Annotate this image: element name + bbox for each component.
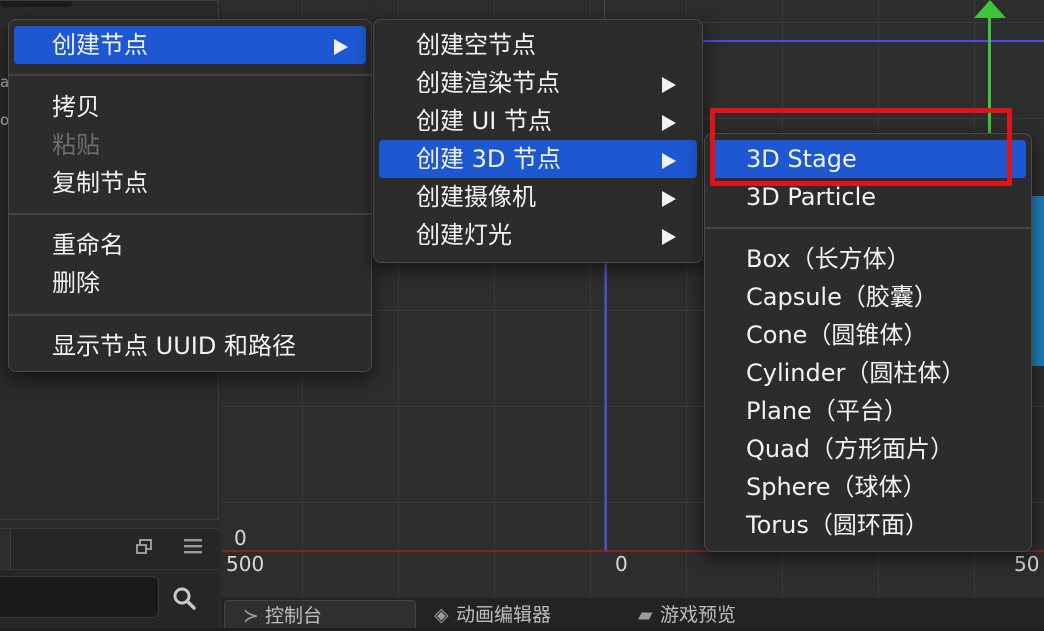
menu-item-label: 复制节点 [52, 169, 148, 197]
popout-icon[interactable] [134, 538, 154, 558]
menu-item-cone[interactable]: Cone（圆锥体） [710, 316, 1026, 354]
tab-animation[interactable]: ◈ 动画编辑器 [434, 600, 551, 628]
menu-divider [9, 314, 371, 316]
submenu-arrow-icon [662, 191, 676, 207]
menu-item-label: 重命名 [52, 231, 124, 259]
menu-item-create-empty[interactable]: 创建空节点 [379, 26, 697, 64]
menu-divider [9, 74, 371, 76]
console-icon: ≻ [243, 605, 259, 627]
menu-item-create-render[interactable]: 创建渲染节点 [379, 64, 697, 102]
ruler-label: 0 [234, 526, 247, 550]
menu-item-sphere[interactable]: Sphere（球体） [710, 468, 1026, 506]
search-input[interactable] [0, 576, 159, 618]
menu-item-label: 创建节点 [52, 31, 148, 59]
search-row [0, 570, 218, 628]
menu-item-label: 删除 [52, 269, 100, 297]
menu-item-label: 创建 3D 节点 [416, 145, 562, 173]
menu-item-label: 创建空节点 [416, 31, 536, 59]
bottom-tab-bar: ≻ 控制台 ◈ 动画编辑器 ▰ 游戏预览 [222, 598, 1044, 628]
camera-icon: ▰ [638, 604, 653, 626]
clipped-node-label: al [0, 73, 8, 91]
menu-item-label: Quad（方形面片） [746, 435, 955, 463]
menu-item-box[interactable]: Box（长方体） [710, 240, 1026, 278]
menu-item-label: Cylinder（圆柱体） [746, 359, 966, 387]
menu-item-create-3d[interactable]: 创建 3D 节点 [379, 140, 697, 178]
menu-item-create-camera[interactable]: 创建摄像机 [379, 178, 697, 216]
menu-item-label: Capsule（胶囊） [746, 283, 938, 311]
menu-item-quad[interactable]: Quad（方形面片） [710, 430, 1026, 468]
submenu-arrow-icon [662, 77, 676, 93]
tab-label: 游戏预览 [660, 604, 737, 626]
menu-item-cylinder[interactable]: Cylinder（圆柱体） [710, 354, 1026, 392]
scene-object-edge [1030, 196, 1044, 366]
panel-footer [0, 528, 218, 570]
menu-item-label: 创建灯光 [416, 221, 512, 249]
menu-item-duplicate[interactable]: 复制节点 [14, 164, 366, 202]
menu-item-label: 创建摄像机 [416, 183, 536, 211]
submenu-arrow-icon [662, 229, 676, 245]
ruler-label: 500 [226, 552, 265, 576]
menu-item-capsule[interactable]: Capsule（胶囊） [710, 278, 1026, 316]
menu-item-torus[interactable]: Torus（圆环面） [710, 506, 1026, 544]
menu-divider [705, 227, 1031, 229]
tab-label: 控制台 [265, 605, 323, 627]
menu-icon[interactable] [183, 538, 203, 558]
menu-item-label: 创建渲染节点 [416, 69, 560, 97]
context-menu: 创建节点 拷贝 粘贴 复制节点 重命名 删除 显示节点 UUID 和路径 [8, 19, 372, 372]
menu-item-copy[interactable]: 拷贝 [14, 88, 366, 126]
menu-item-label: Torus（圆环面） [746, 511, 929, 539]
menu-divider [9, 213, 371, 215]
menu-item-show-uuid[interactable]: 显示节点 UUID 和路径 [14, 327, 366, 365]
menu-item-delete[interactable]: 删除 [14, 264, 366, 302]
ruler-label: 50 [1014, 552, 1040, 576]
menu-item-label: 显示节点 UUID 和路径 [52, 332, 296, 360]
menu-item-label: Plane（平台） [746, 397, 908, 425]
tab-game-preview[interactable]: ▰ 游戏预览 [638, 600, 736, 628]
submenu-arrow-icon [334, 39, 348, 55]
menu-item-label: Box（长方体） [746, 245, 911, 273]
menu-item-create-ui[interactable]: 创建 UI 节点 [379, 102, 697, 140]
search-icon[interactable] [172, 586, 196, 610]
tab-console[interactable]: ≻ 控制台 [224, 600, 416, 628]
create-3d-submenu: 3D Stage 3D Particle Box（长方体） Capsule（胶囊… [704, 133, 1032, 552]
footer-tab[interactable] [0, 529, 11, 569]
menu-item-label: 粘贴 [52, 131, 100, 159]
menu-item-create-light[interactable]: 创建灯光 [379, 216, 697, 254]
menu-item-paste: 粘贴 [14, 126, 366, 164]
animation-icon: ◈ [434, 604, 449, 626]
menu-item-label: Cone（圆锥体） [746, 321, 928, 349]
menu-item-create-node[interactable]: 创建节点 [14, 26, 366, 64]
submenu-arrow-icon [662, 153, 676, 169]
tab-label: 动画编辑器 [456, 604, 552, 626]
menu-item-label: 拷贝 [52, 93, 100, 121]
menu-item-plane[interactable]: Plane（平台） [710, 392, 1026, 430]
clipped-node-label: o [0, 111, 8, 129]
ruler-label: 0 [615, 552, 628, 576]
menu-item-label: 创建 UI 节点 [416, 107, 552, 135]
submenu-arrow-icon [662, 115, 676, 131]
y-axis-arrow-icon[interactable] [974, 0, 1006, 18]
create-node-submenu: 创建空节点 创建渲染节点 创建 UI 节点 创建 3D 节点 创建摄像机 创建灯… [373, 19, 703, 263]
highlight-annotation-box [710, 108, 1012, 186]
menu-item-rename[interactable]: 重命名 [14, 226, 366, 264]
menu-item-label: Sphere（球体） [746, 473, 927, 501]
panel-header-stub [0, 1, 72, 7]
